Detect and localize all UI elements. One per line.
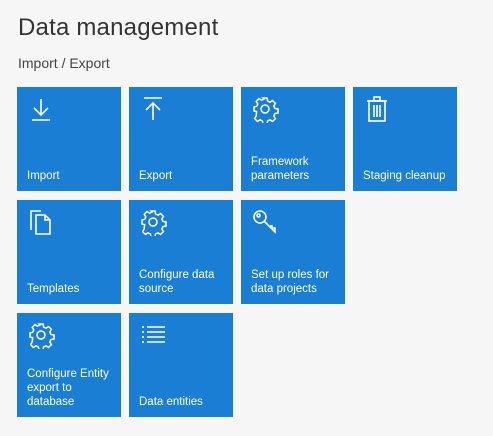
documents-icon	[27, 208, 55, 236]
tile-label: Set up roles for data projects	[251, 269, 329, 295]
gear-icon	[27, 321, 55, 349]
data-entities-tile[interactable]: Data entities	[129, 313, 233, 417]
import-tile[interactable]: Import	[17, 87, 121, 191]
tile-label: Configure Entity export to database	[27, 368, 109, 408]
tile-grid: Import Export Framework parameters Stagi…	[17, 87, 477, 417]
tile-label: Import	[27, 170, 60, 182]
tile-label: Templates	[27, 283, 80, 295]
list-icon	[139, 321, 167, 349]
trash-icon	[363, 95, 391, 123]
configure-entity-export-tile[interactable]: Configure Entity export to database	[17, 313, 121, 417]
tile-label: Configure data source	[139, 269, 215, 295]
gear-icon	[251, 95, 279, 123]
setup-roles-tile[interactable]: Set up roles for data projects	[241, 200, 345, 304]
upload-icon	[139, 95, 167, 123]
export-tile[interactable]: Export	[129, 87, 233, 191]
templates-tile[interactable]: Templates	[17, 200, 121, 304]
staging-cleanup-tile[interactable]: Staging cleanup	[353, 87, 457, 191]
tile-label: Export	[139, 170, 173, 182]
framework-parameters-tile[interactable]: Framework parameters	[241, 87, 345, 191]
key-icon	[251, 208, 279, 236]
breadcrumb: Import / Export	[18, 55, 110, 71]
tile-label: Staging cleanup	[363, 170, 446, 182]
tile-label: Framework parameters	[251, 156, 310, 182]
gear-icon	[139, 208, 167, 236]
page-title: Data management	[18, 14, 219, 41]
tile-label: Data entities	[139, 396, 203, 408]
download-icon	[27, 95, 55, 123]
configure-data-source-tile[interactable]: Configure data source	[129, 200, 233, 304]
